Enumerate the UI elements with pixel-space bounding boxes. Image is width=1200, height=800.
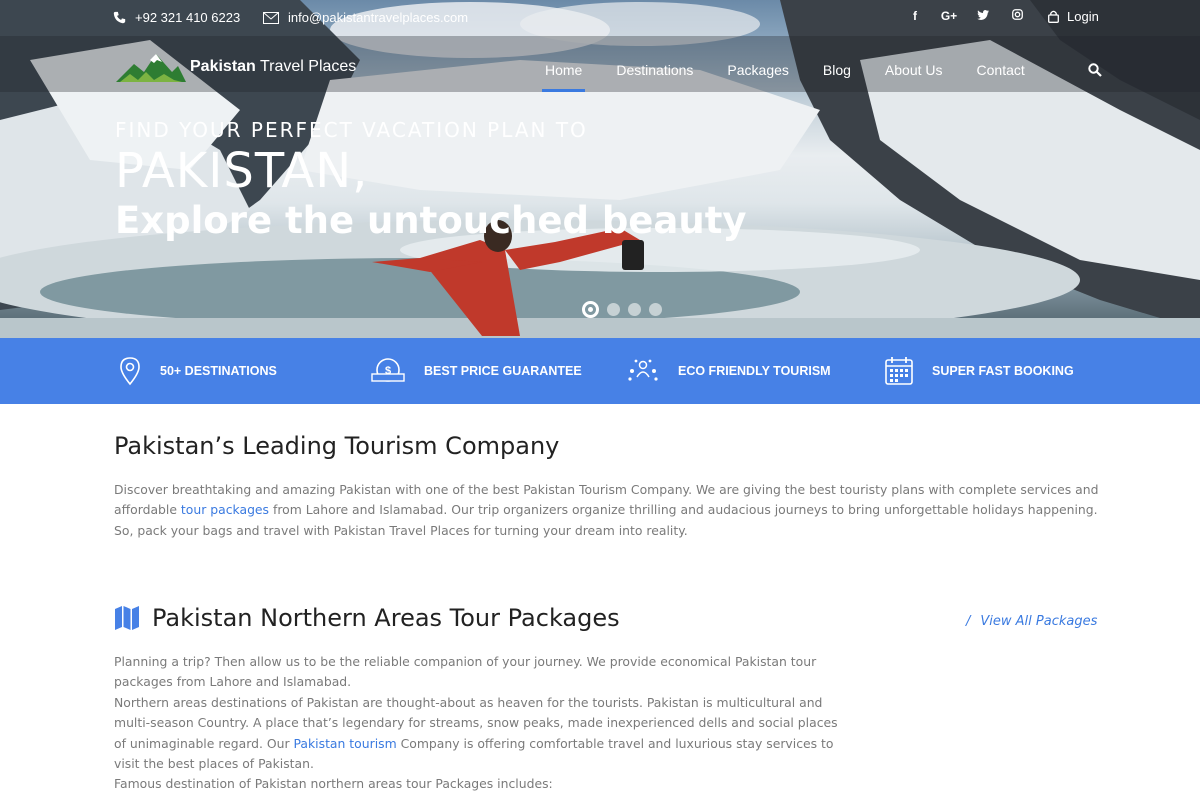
phone-icon — [113, 11, 126, 24]
hero-slider: +92 321 410 6223 info@pakistantravelplac… — [0, 0, 1200, 338]
slider-dot-3[interactable] — [628, 303, 641, 316]
login-label: Login — [1067, 9, 1099, 24]
people-icon — [628, 359, 658, 381]
nav-packages[interactable]: Packages — [710, 36, 805, 92]
hero-subheading: Explore the untouched beauty — [115, 199, 747, 242]
map-icon — [115, 606, 139, 630]
mountain-logo-icon — [116, 54, 186, 82]
feature-label: ECO FRIENDLY TOURISM — [678, 364, 831, 378]
google-plus-icon[interactable]: G+ — [932, 9, 966, 23]
site-logo[interactable]: Pakistan Travel Places — [116, 50, 356, 84]
view-all-packages-link[interactable]: / View All Packages — [966, 614, 1097, 629]
nav-destinations[interactable]: Destinations — [599, 36, 710, 92]
top-bar: +92 321 410 6223 info@pakistantravelplac… — [0, 0, 1200, 36]
hero-kicker: FIND YOUR PERFECT VACATION PLAN TO — [115, 118, 588, 142]
email-contact[interactable]: info@pakistantravelplaces.com — [263, 10, 468, 25]
main-menu: Home Destinations Packages Blog About Us… — [528, 36, 1042, 92]
features-bar: 50+ DESTINATIONS $ BEST PRICE GUARANTEE … — [0, 338, 1200, 404]
login-link[interactable]: Login — [1048, 9, 1099, 24]
lock-icon — [1048, 10, 1059, 23]
search-icon — [1088, 63, 1102, 77]
slider-dot-4[interactable] — [649, 303, 662, 316]
slider-dot-1[interactable] — [582, 301, 599, 318]
twitter-icon[interactable] — [966, 9, 1000, 23]
phone-number: +92 321 410 6223 — [135, 10, 241, 25]
email-address: info@pakistantravelplaces.com — [288, 10, 469, 25]
nav-blog[interactable]: Blog — [806, 36, 868, 92]
envelope-icon — [263, 11, 279, 24]
feature-eco-tourism: ECO FRIENDLY TOURISM — [626, 338, 831, 404]
feature-destinations: 50+ DESTINATIONS — [118, 338, 277, 404]
feature-label: SUPER FAST BOOKING — [932, 364, 1074, 378]
slider-pagination — [582, 301, 662, 318]
nav-home[interactable]: Home — [528, 36, 599, 92]
social-links: f G+ — [898, 9, 1034, 23]
price-badge-icon: $ — [371, 358, 405, 382]
packages-title: Pakistan Northern Areas Tour Packages — [152, 604, 620, 632]
intro-paragraph: Discover breathtaking and amazing Pakist… — [114, 482, 1099, 538]
instagram-icon[interactable] — [1000, 9, 1034, 23]
pakistan-tourism-link[interactable]: Pakistan tourism — [293, 736, 396, 751]
calendar-icon — [885, 357, 913, 385]
section-title: Pakistan’s Leading Tourism Company — [114, 432, 560, 460]
tour-packages-link[interactable]: tour packages — [181, 502, 269, 517]
logo-text: Pakistan Travel Places — [190, 58, 357, 75]
feature-best-price: $ BEST PRICE GUARANTEE — [370, 338, 582, 404]
hero-caption: FIND YOUR PERFECT VACATION PLAN TO PAKIS… — [115, 118, 747, 244]
feature-fast-booking: SUPER FAST BOOKING — [884, 338, 1074, 404]
facebook-icon[interactable]: f — [898, 9, 932, 23]
packages-paragraph: Planning a trip? Then allow us to be the… — [114, 654, 838, 792]
phone-contact[interactable]: +92 321 410 6223 — [113, 10, 240, 25]
hero-heading: PAKISTAN, — [115, 143, 369, 199]
slider-dot-2[interactable] — [607, 303, 620, 316]
feature-label: 50+ DESTINATIONS — [160, 364, 277, 378]
search-button[interactable] — [1088, 62, 1102, 81]
feature-label: BEST PRICE GUARANTEE — [424, 364, 582, 378]
map-pin-icon — [120, 357, 140, 386]
packages-heading: Pakistan Northern Areas Tour Packages — [114, 604, 620, 632]
nav-about-us[interactable]: About Us — [868, 36, 960, 92]
main-navbar: Pakistan Travel Places Home Destinations… — [0, 36, 1200, 92]
nav-contact[interactable]: Contact — [960, 36, 1042, 92]
